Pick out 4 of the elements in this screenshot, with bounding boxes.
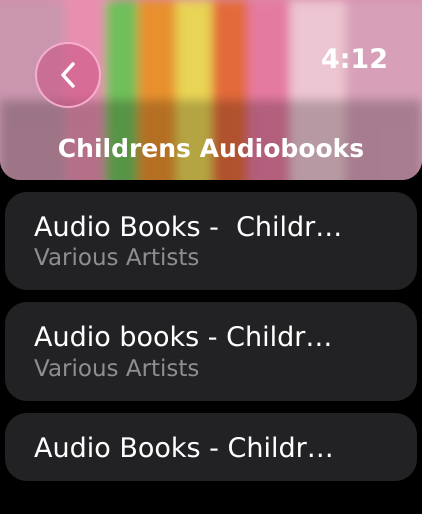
album-list-item[interactable]: Audio books - Childr… Various Artists	[5, 302, 417, 401]
album-list-item[interactable]: Audio Books - Childr… Various Artists	[5, 192, 417, 290]
clock-time: 4:12	[320, 43, 388, 77]
album-list-item[interactable]: Audio Books - Childr…	[5, 412, 417, 481]
